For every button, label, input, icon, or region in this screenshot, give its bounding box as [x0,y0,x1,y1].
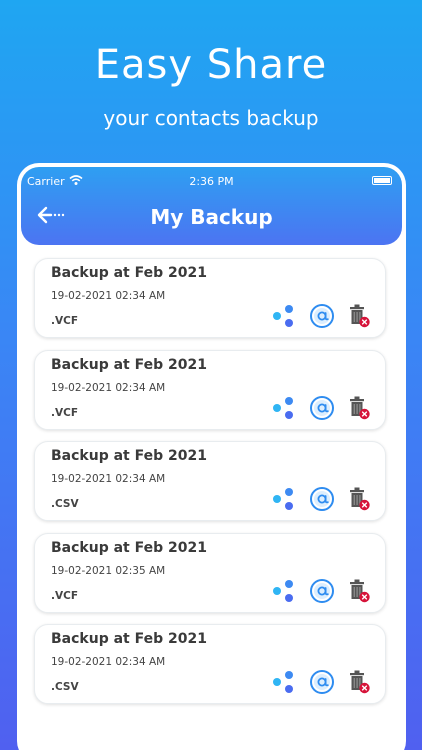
share-button[interactable] [271,395,297,421]
share-icon [273,579,293,602]
share-icon [273,671,293,693]
backup-card[interactable]: Backup at Feb 2021 19-02-2021 02:34 AM .… [34,349,386,430]
backup-card[interactable]: Backup at Feb 2021 19-02-2021 02:34 AM .… [34,441,386,521]
backup-date: 19-02-2021 02:35 AM [51,564,166,577]
phone-screen: Carrier 2:36 PM My Backup Backup at Feb … [17,163,406,750]
backup-card[interactable]: Backup at Feb 2021 19-02-2021 02:35 AM .… [34,532,386,613]
share-icon [273,396,293,419]
email-button[interactable] [309,669,335,695]
backup-name: Backup at Feb 2021 [51,539,207,556]
backup-date: 19-02-2021 02:34 AM [51,656,166,668]
backup-list: Backup at Feb 2021 19-02-2021 02:34 AM .… [34,258,386,716]
email-button[interactable] [309,486,335,512]
email-icon [310,304,334,328]
hero-subtitle: your contacts backup [103,106,319,130]
backup-name: Backup at Feb 2021 [51,356,207,373]
backup-card[interactable]: Backup at Feb 2021 19-02-2021 02:34 AM .… [34,258,386,338]
backup-extension: .CSV [51,498,79,510]
backup-extension: .CSV [51,681,79,693]
share-button[interactable] [271,578,297,604]
delete-icon [350,304,370,328]
share-button[interactable] [271,486,297,512]
delete-button[interactable] [346,486,372,512]
share-icon [273,305,293,327]
backup-extension: .VCF [51,406,78,419]
delete-button[interactable] [346,578,372,604]
page-title: My Backup [150,205,273,229]
backup-name: Backup at Feb 2021 [51,631,207,647]
status-bar: Carrier 2:36 PM [21,175,402,189]
delete-icon [350,670,370,694]
backup-card[interactable]: Backup at Feb 2021 19-02-2021 02:34 AM .… [34,624,386,704]
backup-date: 19-02-2021 02:34 AM [51,473,166,485]
status-time: 2:36 PM [189,175,234,188]
email-icon [310,578,334,603]
email-icon [310,487,334,511]
backup-date: 19-02-2021 02:34 AM [51,381,166,394]
delete-icon [350,579,370,602]
delete-button[interactable] [346,669,372,695]
hero-title: Easy Share [94,42,328,88]
email-icon [310,670,334,694]
email-button[interactable] [309,578,335,604]
share-button[interactable] [271,669,297,695]
share-icon [273,488,293,510]
email-icon [310,395,334,420]
backup-name: Backup at Feb 2021 [51,265,207,281]
delete-button[interactable] [346,395,372,421]
delete-icon [350,396,370,419]
delete-icon [350,487,370,511]
battery-icon [372,176,392,185]
backup-name: Backup at Feb 2021 [51,448,207,464]
email-button[interactable] [309,395,335,421]
email-button[interactable] [309,303,335,329]
backup-extension: .VCF [51,315,78,327]
backup-date: 19-02-2021 02:34 AM [51,290,166,302]
share-button[interactable] [271,303,297,329]
backup-extension: .VCF [51,589,78,602]
delete-button[interactable] [346,303,372,329]
app-bar: Carrier 2:36 PM My Backup [21,167,402,245]
